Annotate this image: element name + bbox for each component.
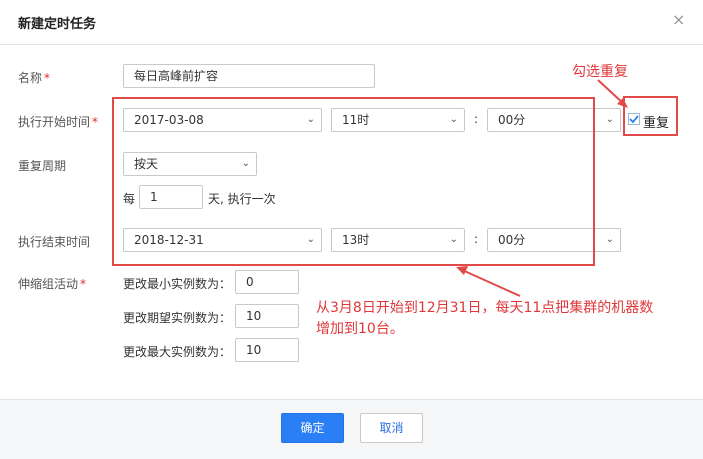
dialog-footer <box>0 399 703 459</box>
confirm-button[interactable]: 确定 <box>281 413 344 443</box>
cancel-button[interactable]: 取消 <box>360 413 423 443</box>
annotation-explanation-line1: 从3月8日开始到12月31日，每天11点把集群的机器数 <box>316 300 654 316</box>
arrow-to-schedule <box>459 268 521 297</box>
annotation-explanation-line2: 增加到10台。 <box>316 321 404 337</box>
arrow-head-schedule <box>456 266 468 275</box>
annotation-check-repeat: 勾选重复 <box>572 64 628 80</box>
